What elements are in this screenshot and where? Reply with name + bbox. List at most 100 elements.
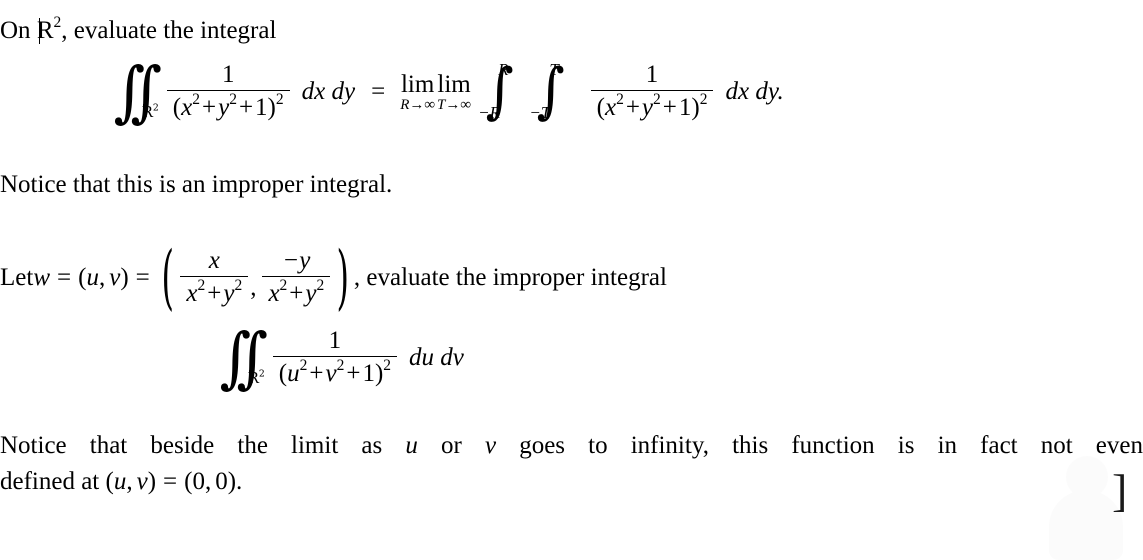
integral-inner-upper-limit: T bbox=[549, 60, 559, 80]
equals-sign: = bbox=[371, 78, 386, 105]
tuple-close-paren: ) bbox=[147, 468, 157, 496]
equation-uv: ∫∫ R2 1 (u2+v2+1)2 du dv bbox=[218, 324, 463, 390]
fraction-lhs-denominator: (x2+y2+1)2 bbox=[166, 90, 290, 121]
equals-sign: = bbox=[57, 264, 72, 291]
var-x: x bbox=[186, 280, 198, 307]
limit-r: lim R→∞ bbox=[400, 72, 435, 113]
tuple-open-paren: ( bbox=[78, 264, 87, 291]
plus-sign: + bbox=[238, 94, 254, 121]
paren-close: ) bbox=[691, 94, 700, 121]
var-y-exponent: 2 bbox=[229, 90, 237, 108]
limit-r-subscript: R→∞ bbox=[400, 97, 436, 114]
cursor-artifact-icon bbox=[1092, 487, 1106, 495]
paren-open: ( bbox=[278, 360, 288, 387]
domain-r-exponent: 2 bbox=[258, 368, 265, 380]
fraction-rhs-denominator: (x2+y2+1)2 bbox=[590, 90, 714, 121]
equals-sign: = bbox=[163, 468, 178, 496]
var-u: u bbox=[287, 360, 300, 387]
limit-r-name: lim bbox=[400, 71, 435, 99]
fraction-u-numerator: x bbox=[208, 247, 220, 274]
final-text-part-3: goes to infinity, this function is in fa… bbox=[496, 432, 1143, 459]
var-x: x bbox=[268, 280, 280, 307]
var-v: v bbox=[109, 264, 121, 291]
var-y: y bbox=[305, 280, 317, 307]
component-separator-comma: , bbox=[250, 274, 257, 301]
var-v: v bbox=[136, 468, 148, 496]
var-x-exponent: 2 bbox=[192, 90, 200, 108]
intro-suffix: , evaluate the integral bbox=[61, 17, 277, 44]
var-y-exponent: 2 bbox=[653, 90, 661, 108]
fraction-rhs-numerator: 1 bbox=[645, 61, 659, 88]
plus-sign: + bbox=[201, 94, 217, 121]
paren-open: ( bbox=[172, 94, 182, 121]
integral-outer-upper-limit: R bbox=[498, 60, 509, 80]
domain-r-symbol: R bbox=[141, 103, 153, 122]
document-page: On R2, evaluate the integral ∫∫ R2 1 (x2… bbox=[0, 0, 1143, 560]
var-v: v bbox=[484, 432, 497, 459]
definition-suffix: , evaluate the improper integral bbox=[353, 264, 667, 291]
fraction-v-denominator: x2+y2 bbox=[262, 276, 331, 307]
tuple-comma: , bbox=[98, 264, 106, 291]
real-numbers-symbol: R bbox=[36, 17, 54, 44]
double-integral-uv: ∫∫ R2 bbox=[218, 324, 267, 390]
fraction-uv: 1 (u2+v2+1)2 bbox=[272, 327, 398, 387]
plus-sign: + bbox=[207, 280, 222, 307]
tuple-comma: , bbox=[126, 468, 133, 496]
double-integral-domain: R2 bbox=[141, 102, 159, 122]
domain-r-exponent: 2 bbox=[152, 102, 159, 114]
limit-t-subscript: T→∞ bbox=[437, 97, 472, 114]
plus-sign: + bbox=[309, 360, 324, 387]
integral-inner: ∫ T −T bbox=[529, 61, 566, 121]
var-x: x bbox=[181, 94, 193, 121]
notice-improper-sentence: Notice that this is an improper integral… bbox=[0, 171, 393, 198]
double-integral-lhs: ∫∫ R2 bbox=[112, 58, 161, 124]
final-paragraph: Notice that beside the limit as u or v g… bbox=[0, 428, 1143, 501]
paren-open: ( bbox=[596, 94, 605, 121]
tuple-close-paren: ) bbox=[120, 264, 129, 291]
integral-inner-lower-limit: −T bbox=[529, 102, 551, 122]
fraction-uv-denominator: (u2+v2+1)2 bbox=[272, 356, 398, 387]
value-zero-second: 0 bbox=[215, 468, 228, 496]
plus-sign: + bbox=[662, 94, 677, 121]
fraction-uv-numerator: 1 bbox=[328, 327, 342, 354]
var-y: y bbox=[641, 94, 654, 121]
fraction-v-component: −y x2+y2 bbox=[262, 247, 331, 307]
let-prefix: Let bbox=[0, 264, 34, 291]
sentence-period: . bbox=[236, 468, 243, 496]
constant-one: 1 bbox=[678, 94, 692, 121]
final-paragraph-line-1: Notice that beside the limit as u or v g… bbox=[0, 428, 1143, 464]
double-integral-domain: R2 bbox=[247, 368, 265, 388]
final-text-part-1: Notice that beside the limit as bbox=[0, 432, 406, 459]
defined-at-prefix: defined at bbox=[0, 468, 106, 496]
var-v: v bbox=[325, 360, 337, 387]
fraction-v-numerator: −y bbox=[282, 247, 311, 274]
var-w: w bbox=[33, 264, 51, 291]
domain-r-symbol: R bbox=[247, 369, 259, 388]
final-paragraph-line-2: defined at (u, v) = (0, 0). bbox=[0, 464, 1143, 500]
plus-sign: + bbox=[346, 360, 361, 387]
denominator-exponent: 2 bbox=[275, 90, 284, 108]
differentials-rhs: dx dy. bbox=[725, 78, 784, 105]
var-y-exponent: 2 bbox=[316, 276, 325, 294]
fraction-u-denominator: x2+y2 bbox=[180, 276, 249, 307]
bracket-artifact-glyph: ] bbox=[1112, 465, 1128, 516]
fraction-rhs: 1 (x2+y2+1)2 bbox=[590, 61, 714, 121]
var-y: y bbox=[223, 280, 235, 307]
tuple-open-paren: ( bbox=[105, 468, 114, 496]
fraction-u-component: x x2+y2 bbox=[180, 247, 249, 307]
value-close-paren: ) bbox=[227, 468, 237, 496]
integral-outer: ∫ R −R bbox=[478, 61, 515, 121]
intro-sentence: On R2, evaluate the integral bbox=[0, 15, 277, 46]
differentials-lhs: dx dy bbox=[301, 78, 356, 105]
final-text-part-2: or bbox=[417, 432, 485, 459]
value-comma: , bbox=[204, 468, 212, 496]
equation-main: ∫∫ R2 1 (x2+y2+1)2 dx dy = lim R→∞ lim T… bbox=[112, 58, 784, 124]
var-y: y bbox=[218, 94, 230, 121]
paren-close: ) bbox=[267, 94, 276, 121]
fraction-lhs-numerator: 1 bbox=[221, 61, 235, 88]
limit-t: lim T→∞ bbox=[437, 72, 471, 113]
var-x: x bbox=[604, 94, 617, 121]
constant-one: 1 bbox=[255, 94, 268, 121]
var-x-exponent: 2 bbox=[616, 90, 624, 108]
value-zero-first: 0 bbox=[192, 468, 205, 496]
